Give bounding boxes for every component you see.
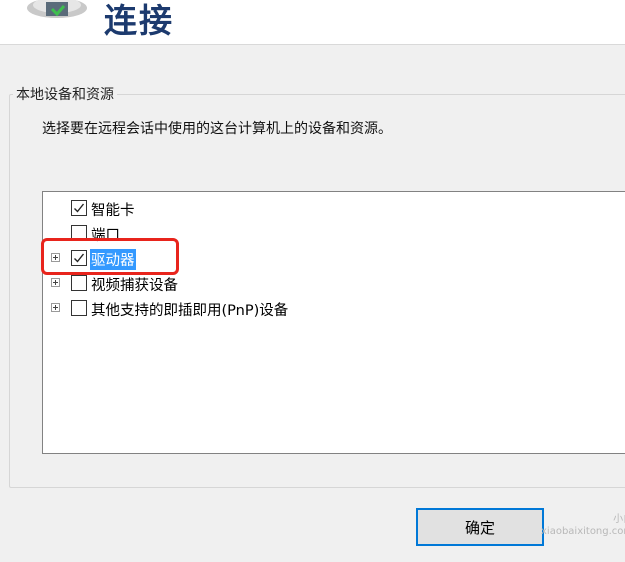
expand-icon[interactable] [51, 278, 60, 287]
page-title: 连接 [104, 1, 174, 40]
video-capture-checkbox[interactable] [71, 275, 87, 291]
tree-item-label: 其他支持的即插即用(PnP)设备 [91, 303, 289, 319]
tree-item-video-capture[interactable]: 视频捕获设备 [43, 275, 625, 294]
watermark-line: xiaobaixitong.com [541, 526, 625, 537]
remote-desktop-icon [27, 0, 87, 18]
group-description: 选择要在远程会话中使用的这台计算机上的设备和资源。 [42, 121, 392, 137]
tree-item-label: 视频捕获设备 [91, 278, 178, 294]
group-label: 本地设备和资源 [13, 84, 117, 104]
pnp-devices-checkbox[interactable] [71, 300, 87, 316]
dialog-header: 连接 [0, 0, 625, 45]
device-tree[interactable]: 智能卡 端口 驱动器 视频捕获设备 其他支持的即插即用(PnP)设备 [42, 191, 625, 454]
smart-card-checkbox[interactable] [71, 200, 87, 216]
checkmark-icon [74, 203, 85, 213]
tree-item-pnp-devices[interactable]: 其他支持的即插即用(PnP)设备 [43, 300, 625, 319]
watermark-line: 小白 [613, 514, 625, 525]
watermark: 小白 xiaobaixitong.com [541, 514, 625, 538]
ok-button[interactable]: 确定 [416, 508, 544, 546]
annotation-highlight [41, 238, 179, 275]
tree-item-label: 智能卡 [91, 203, 135, 219]
tree-item-smart-card[interactable]: 智能卡 [43, 200, 625, 219]
expand-icon[interactable] [51, 303, 60, 312]
